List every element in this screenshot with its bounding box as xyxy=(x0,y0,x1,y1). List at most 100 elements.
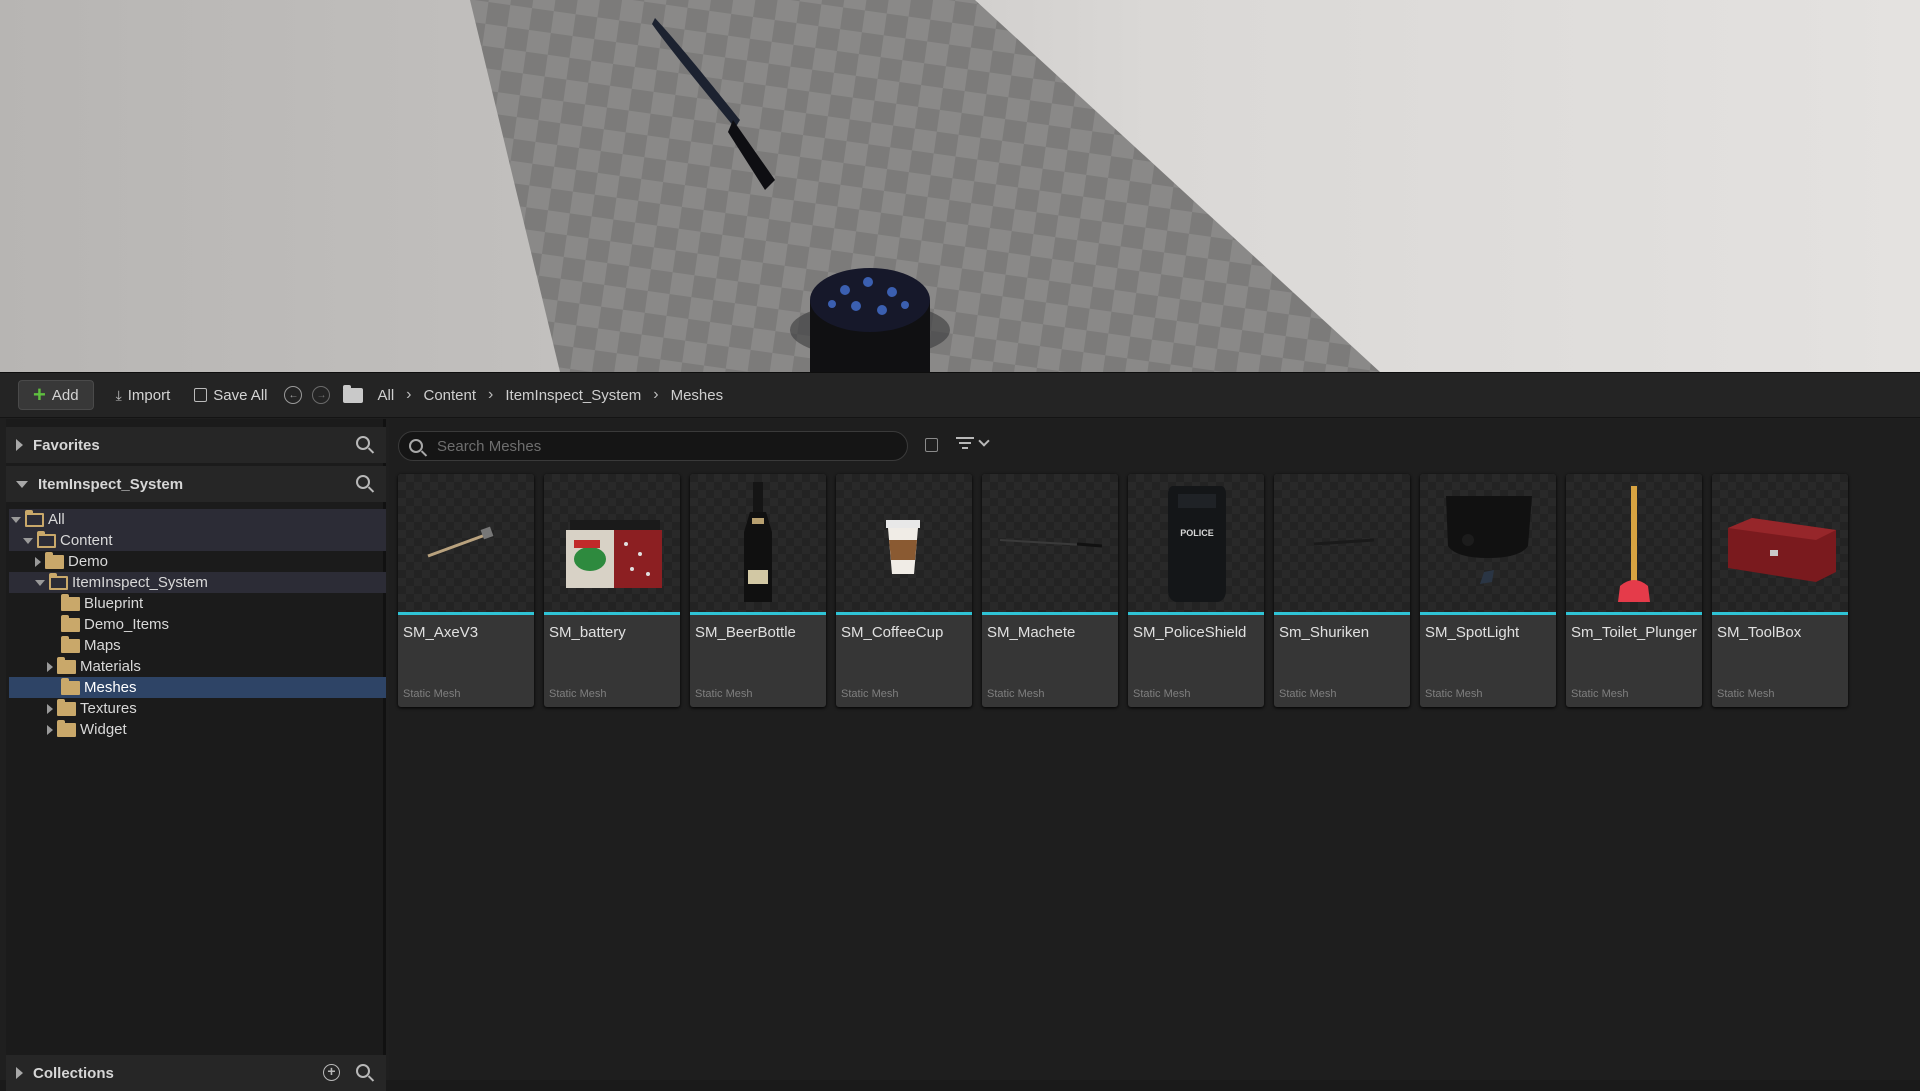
search-icon[interactable] xyxy=(356,475,370,489)
tree-item-label: ItemInspect_System xyxy=(72,574,208,591)
tree-item-blueprint[interactable]: Blueprint xyxy=(9,593,386,614)
folder-icon[interactable] xyxy=(343,384,364,403)
tree-item-content[interactable]: Content xyxy=(9,530,386,551)
collections-header[interactable]: Collections + xyxy=(6,1055,386,1091)
import-button-label: Import xyxy=(127,386,171,404)
plus-icon: + xyxy=(33,382,46,407)
collapse-arrow-icon[interactable] xyxy=(35,579,45,586)
asset-tile[interactable]: SM_SpotLight Static Mesh xyxy=(1420,474,1556,707)
back-icon[interactable]: ← xyxy=(284,386,303,404)
breadcrumb-meshes[interactable]: Meshes xyxy=(663,387,732,404)
asset-tile[interactable]: SM_AxeV3 Static Mesh xyxy=(398,474,534,707)
filter-button[interactable] xyxy=(956,434,990,450)
asset-tile[interactable]: SM_battery Static Mesh xyxy=(544,474,680,707)
search-icon[interactable] xyxy=(356,1064,370,1078)
tree-item-all[interactable]: All xyxy=(9,509,386,530)
tree-item-materials[interactable]: Materials xyxy=(9,656,386,677)
tree-item-label: Maps xyxy=(84,637,121,654)
plunger-thumbnail xyxy=(1566,474,1702,612)
breadcrumb-all[interactable]: All xyxy=(369,387,402,404)
asset-type: Static Mesh xyxy=(1717,688,1775,700)
collapse-arrow-icon[interactable] xyxy=(23,537,33,544)
asset-tile[interactable]: SM_Machete Static Mesh xyxy=(982,474,1118,707)
expand-arrow-icon[interactable] xyxy=(16,439,23,451)
project-label: ItemInspect_System xyxy=(38,475,184,493)
level-viewport[interactable] xyxy=(0,0,1920,372)
tree-item-label: Content xyxy=(60,532,113,549)
asset-name: SM_ToolBox xyxy=(1717,624,1802,641)
breadcrumb-content[interactable]: Content xyxy=(415,387,484,404)
asset-type: Static Mesh xyxy=(695,688,753,700)
save-search-icon[interactable] xyxy=(925,438,938,452)
expand-arrow-icon[interactable] xyxy=(35,556,41,567)
asset-tile[interactable]: SM_CoffeeCup Static Mesh xyxy=(836,474,972,707)
asset-type-bar xyxy=(1274,612,1410,615)
asset-type-bar xyxy=(1128,612,1264,615)
tree-item-textures[interactable]: Textures xyxy=(9,698,386,719)
breadcrumb-iteminspect-system[interactable]: ItemInspect_System xyxy=(497,387,649,404)
asset-type-bar xyxy=(836,612,972,615)
sources-panel: Favorites ItemInspect_System All Content xyxy=(6,419,386,1091)
search-icon xyxy=(409,439,423,453)
toolbox-thumbnail xyxy=(1712,474,1848,612)
asset-type: Static Mesh xyxy=(1571,688,1629,700)
asset-type: Static Mesh xyxy=(1279,688,1337,700)
shuriken-thumbnail xyxy=(1274,474,1410,612)
asset-name: SM_Machete xyxy=(987,624,1076,641)
collapse-arrow-icon[interactable] xyxy=(11,516,21,523)
expand-arrow-icon[interactable] xyxy=(47,661,53,672)
forward-icon[interactable]: → xyxy=(312,386,331,404)
save-all-button-label: Save All xyxy=(213,386,268,404)
favorites-header[interactable]: Favorites xyxy=(6,427,386,463)
collapse-arrow-icon[interactable] xyxy=(16,480,28,488)
asset-type: Static Mesh xyxy=(1425,688,1483,700)
tree-item-iteminspect-system[interactable]: ItemInspect_System xyxy=(9,572,386,593)
collections-label: Collections xyxy=(33,1064,114,1082)
asset-grid: SM_AxeV3 Static Mesh SM_battery Static M… xyxy=(398,474,1848,707)
project-header[interactable]: ItemInspect_System xyxy=(6,466,386,502)
chevron-down-icon xyxy=(978,434,990,447)
asset-tile[interactable]: POLICE SM_PoliceShield Static Mesh xyxy=(1128,474,1264,707)
tree-item-demo[interactable]: Demo xyxy=(9,551,386,572)
asset-name: SM_SpotLight xyxy=(1425,624,1520,641)
content-browser-toolbar: + Add ⤓ Import Save All ← → All › Conten… xyxy=(0,372,1920,418)
asset-type: Static Mesh xyxy=(549,688,607,700)
asset-name: Sm_Toilet_Plunger xyxy=(1571,624,1697,641)
expand-arrow-icon[interactable] xyxy=(16,1067,23,1079)
asset-name: SM_BeerBottle xyxy=(695,624,796,641)
tree-item-meshes[interactable]: Meshes xyxy=(9,677,386,698)
tree-item-demo-items[interactable]: Demo_Items xyxy=(9,614,386,635)
asset-type: Static Mesh xyxy=(1133,688,1191,700)
add-button[interactable]: + Add xyxy=(18,380,94,410)
breadcrumb-separator-icon[interactable]: › xyxy=(484,386,497,404)
folder-icon xyxy=(57,656,76,674)
expand-arrow-icon[interactable] xyxy=(47,724,53,735)
asset-type-bar xyxy=(982,612,1118,615)
breadcrumb-separator-icon[interactable]: › xyxy=(402,386,415,404)
search-input[interactable] xyxy=(437,437,877,455)
machete-thumbnail xyxy=(982,474,1118,612)
add-collection-icon[interactable]: + xyxy=(323,1064,340,1081)
expand-arrow-icon[interactable] xyxy=(47,703,53,714)
asset-type: Static Mesh xyxy=(987,688,1045,700)
asset-name: SM_AxeV3 xyxy=(403,624,479,641)
save-all-button[interactable]: Save All xyxy=(182,380,279,410)
tree-item-widget[interactable]: Widget xyxy=(9,719,386,740)
tree-item-label: All xyxy=(48,511,65,528)
asset-type: Static Mesh xyxy=(403,688,461,700)
asset-tile[interactable]: Sm_Toilet_Plunger Static Mesh xyxy=(1566,474,1702,707)
battery-thumbnail xyxy=(544,474,680,612)
asset-tile[interactable]: SM_ToolBox Static Mesh xyxy=(1712,474,1848,707)
search-icon[interactable] xyxy=(356,436,370,450)
search-box[interactable] xyxy=(398,431,908,461)
beer-bottle-thumbnail xyxy=(690,474,826,612)
asset-type: Static Mesh xyxy=(841,688,899,700)
folder-open-icon xyxy=(25,509,44,527)
asset-tile[interactable]: SM_BeerBottle Static Mesh xyxy=(690,474,826,707)
breadcrumb-separator-icon[interactable]: › xyxy=(649,386,662,404)
asset-tile[interactable]: Sm_Shuriken Static Mesh xyxy=(1274,474,1410,707)
import-button[interactable]: ⤓ Import xyxy=(104,380,183,410)
tree-item-maps[interactable]: Maps xyxy=(9,635,386,656)
asset-name: Sm_Shuriken xyxy=(1279,624,1370,641)
asset-type-bar xyxy=(1420,612,1556,615)
